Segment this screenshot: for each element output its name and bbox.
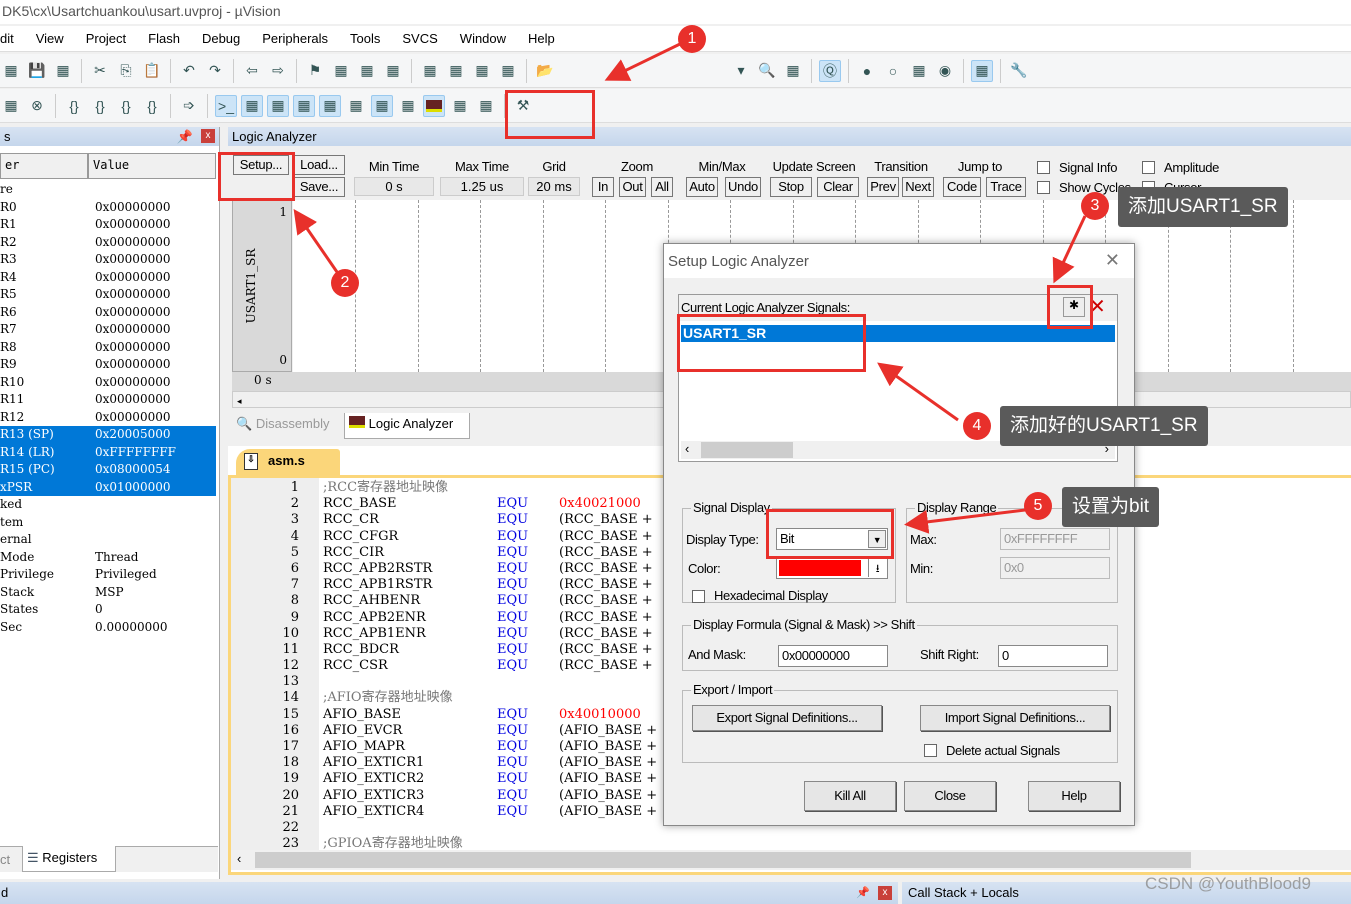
callout-step-4: 添加好的USART1_SR [1000,406,1208,446]
step-badge-2: 2 [331,269,359,297]
arrow-5 [904,508,1026,534]
arrow-4 [877,362,959,422]
annotation-arrows [293,42,1087,534]
step-badge-4: 4 [963,412,991,440]
callout-step-5: 设置为bit [1062,487,1160,527]
arrow-3 [1052,215,1087,284]
step-badge-1: 1 [678,25,706,53]
arrow-1 [604,42,681,81]
step-badge-5: 5 [1024,492,1052,520]
callout-step-3: 添加USART1_SR [1118,187,1288,227]
arrow-2 [293,209,339,273]
step-badge-3: 3 [1081,192,1109,220]
